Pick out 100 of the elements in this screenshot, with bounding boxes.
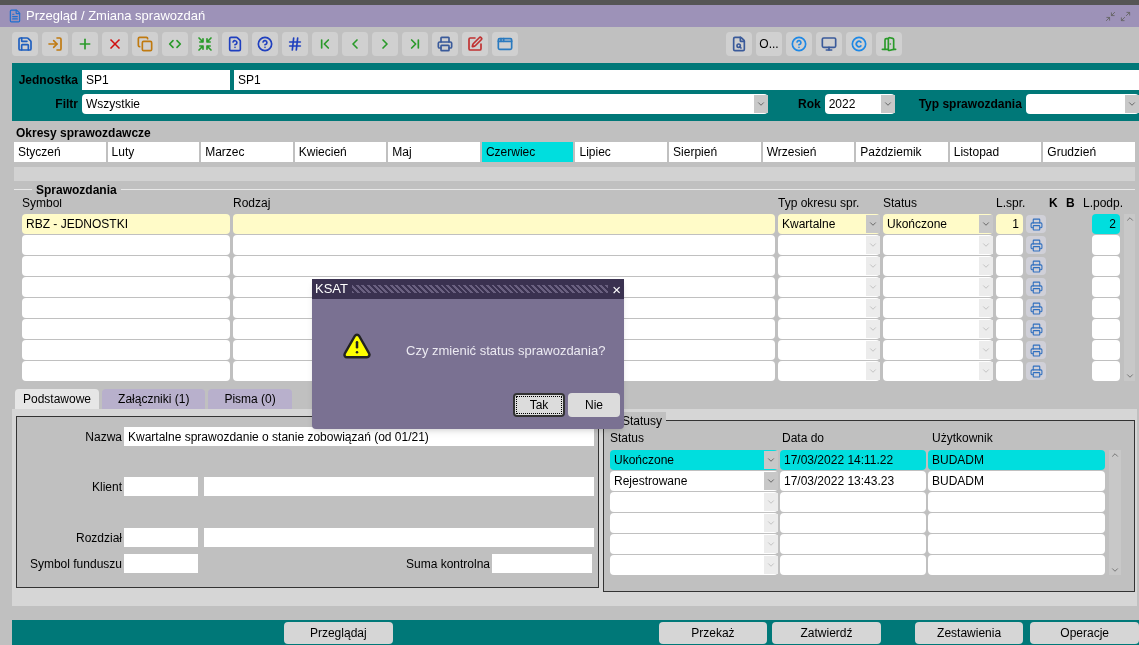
filter-dropdown[interactable]: Wszystkie	[82, 94, 768, 114]
table-cell	[1092, 319, 1120, 339]
tab[interactable]: Podstawowe	[15, 389, 100, 409]
month-tab[interactable]: Lipiec	[575, 142, 668, 162]
month-tab[interactable]: Grudzień	[1043, 142, 1135, 162]
period-type-dropdown[interactable]	[778, 319, 880, 339]
input-field[interactable]	[124, 554, 198, 573]
query-button[interactable]	[222, 32, 248, 56]
action-button[interactable]: Zatwierdź	[772, 622, 881, 644]
monitor-button[interactable]	[816, 32, 842, 56]
year-dropdown[interactable]: 2022	[824, 94, 895, 114]
input-field[interactable]: SP1	[234, 70, 1139, 90]
import-button[interactable]	[42, 32, 68, 56]
status-dropdown[interactable]	[883, 298, 993, 318]
print-button[interactable]	[1026, 362, 1046, 380]
preview-button[interactable]	[726, 32, 752, 56]
print-button[interactable]	[1026, 320, 1046, 338]
period-type-dropdown[interactable]	[778, 298, 880, 318]
status-dropdown[interactable]: Rejestrowane	[610, 471, 778, 491]
action-button[interactable]: Zestawienia	[914, 622, 1024, 644]
app-icon	[8, 9, 22, 23]
scroll-down-icon	[1124, 371, 1135, 381]
expand-button[interactable]	[162, 32, 188, 56]
print-button[interactable]	[1026, 341, 1046, 359]
warning-icon	[342, 331, 372, 361]
status-dropdown[interactable]	[883, 256, 993, 276]
table-cell: BUDADM	[928, 471, 1105, 491]
count-button[interactable]	[282, 32, 308, 56]
scrollbar[interactable]	[1109, 450, 1121, 575]
month-tab[interactable]: Pażdziemik	[856, 142, 948, 162]
dialog-button[interactable]: Tak	[513, 393, 565, 417]
period-type-dropdown[interactable]	[778, 235, 880, 255]
status-dropdown[interactable]	[610, 534, 778, 554]
column-header: L.podp.	[1083, 195, 1123, 212]
status-dropdown[interactable]	[610, 513, 778, 533]
help-query-button[interactable]	[252, 32, 278, 56]
input-field[interactable]	[492, 554, 592, 573]
scrollbar[interactable]	[1124, 214, 1135, 381]
input-field[interactable]	[204, 528, 594, 547]
status-dropdown[interactable]: Ukończone	[883, 214, 993, 234]
action-button[interactable]: Przekaż	[658, 622, 768, 644]
next-button[interactable]	[372, 32, 398, 56]
tab[interactable]: Pisma (0)	[208, 389, 292, 409]
action-button[interactable]: Operacje	[1030, 622, 1139, 644]
period-type-dropdown[interactable]	[778, 277, 880, 297]
input-field[interactable]	[124, 477, 198, 496]
print-button[interactable]	[1026, 278, 1046, 296]
month-tab[interactable]: Sierpień	[669, 142, 761, 162]
delete-button[interactable]	[102, 32, 128, 56]
help-query-icon	[257, 36, 273, 52]
status-dropdown[interactable]	[883, 277, 993, 297]
copyright-button[interactable]	[846, 32, 872, 56]
month-tab[interactable]: Maj	[388, 142, 480, 162]
status-dropdown[interactable]	[883, 319, 993, 339]
month-tab[interactable]: Czerwiec	[481, 142, 574, 162]
add-button[interactable]	[72, 32, 98, 56]
month-tab[interactable]: Listopad	[949, 142, 1042, 162]
report-type-dropdown[interactable]	[1025, 94, 1139, 114]
period-type-dropdown[interactable]	[778, 361, 880, 381]
close-button[interactable]: ×	[612, 281, 621, 297]
more-button[interactable]: O...	[756, 32, 782, 56]
period-type-dropdown[interactable]	[778, 256, 880, 276]
exit-button[interactable]	[876, 32, 902, 56]
field-label: Jednostka	[17, 72, 78, 89]
print-button[interactable]	[1026, 299, 1046, 317]
first-button[interactable]	[312, 32, 338, 56]
period-type-dropdown[interactable]	[778, 340, 880, 360]
status-dropdown[interactable]	[610, 492, 778, 512]
period-type-dropdown[interactable]: Kwartalne	[778, 214, 880, 234]
month-tab[interactable]: Wrzesień	[762, 142, 855, 162]
status-dropdown[interactable]	[610, 555, 778, 575]
save-button[interactable]	[12, 32, 38, 56]
maximize-icon[interactable]	[1120, 10, 1131, 22]
edit-button[interactable]	[462, 32, 488, 56]
dialog-button[interactable]: Nie	[568, 393, 620, 417]
input-field[interactable]	[124, 528, 198, 547]
status-dropdown[interactable]: Ukończone	[610, 450, 778, 470]
month-tab[interactable]: Styczeń	[14, 142, 106, 162]
previous-button[interactable]	[342, 32, 368, 56]
status-dropdown[interactable]	[883, 340, 993, 360]
window-button[interactable]	[492, 32, 518, 56]
tab[interactable]: Załączniki (1)	[102, 389, 206, 409]
input-field[interactable]: SP1	[82, 70, 230, 90]
status-dropdown[interactable]	[883, 235, 993, 255]
print-button[interactable]	[432, 32, 458, 56]
input-field[interactable]	[204, 477, 594, 496]
action-button[interactable]: Przeglądaj	[284, 622, 393, 644]
month-tab[interactable]: Marzec	[201, 142, 293, 162]
print-button[interactable]	[1026, 257, 1046, 275]
month-tab[interactable]: Luty	[107, 142, 200, 162]
collapse-button[interactable]	[192, 32, 218, 56]
last-button[interactable]	[402, 32, 428, 56]
help-button[interactable]	[786, 32, 812, 56]
input-field[interactable]: Kwartalne sprawozdanie o stanie zobowiązań (od 01/21)	[124, 427, 594, 446]
month-tab[interactable]: Kwiecień	[294, 142, 387, 162]
minimize-icon[interactable]	[1105, 10, 1116, 22]
status-dropdown[interactable]	[883, 361, 993, 381]
print-button[interactable]	[1026, 236, 1046, 254]
print-button[interactable]	[1026, 215, 1046, 233]
copy-button[interactable]	[132, 32, 158, 56]
